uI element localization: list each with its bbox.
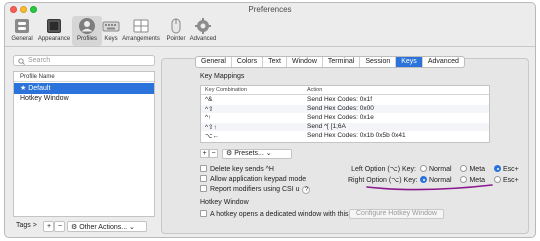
preferences-toolbar: General Appearance Profiles Keys Arrange… bbox=[5, 15, 535, 47]
profile-row-default[interactable]: ★ Default bbox=[14, 83, 154, 94]
window-grid-icon bbox=[133, 19, 149, 33]
profile-list-header: Profile Name bbox=[14, 72, 154, 82]
remove-profile-button[interactable]: − bbox=[54, 221, 65, 232]
profile-name: Default bbox=[28, 85, 51, 92]
hotkey-checkbox-label: A hotkey opens a dedicated window with t… bbox=[210, 211, 372, 218]
keyboard-icon bbox=[102, 21, 120, 32]
add-profile-button[interactable]: + bbox=[43, 221, 54, 232]
other-actions-button[interactable]: ⚙ Other Actions... ⌄ bbox=[67, 221, 147, 232]
search-icon bbox=[18, 58, 25, 65]
toolbar-advanced-label: Advanced bbox=[189, 36, 217, 42]
search-placeholder: Search bbox=[28, 57, 51, 64]
toolbar-advanced[interactable]: Advanced bbox=[187, 16, 219, 46]
mouse-icon bbox=[171, 18, 181, 34]
star-icon: ★ bbox=[20, 85, 29, 92]
profile-row-hotkey-window[interactable]: Hotkey Window bbox=[14, 94, 154, 105]
preferences-window: Preferences General Appearance Profiles … bbox=[4, 2, 536, 238]
hotkey-window-checkbox[interactable]: A hotkey opens a dedicated window with t… bbox=[200, 210, 372, 219]
appearance-icon bbox=[47, 19, 61, 33]
toolbar-arrangements-label: Arrangements bbox=[122, 36, 160, 42]
window-title: Preferences bbox=[248, 5, 292, 14]
annotation-underline bbox=[366, 184, 493, 191]
gear-icon bbox=[195, 18, 211, 34]
other-actions-label: Other Actions... bbox=[79, 224, 128, 231]
toolbar-keys[interactable]: Keys bbox=[98, 16, 124, 46]
configure-hotkey-window-button[interactable]: Configure Hotkey Window bbox=[349, 209, 444, 219]
hotkey-window-title: Hotkey Window bbox=[200, 199, 249, 206]
toolbar-appearance-label: Appearance bbox=[37, 36, 71, 42]
gear-icon: ⚙ bbox=[71, 224, 80, 231]
sidebar-bottom-bar: Tags > + − ⚙ Other Actions... ⌄ bbox=[13, 221, 155, 233]
chevron-down-icon: ⌄ bbox=[127, 224, 135, 231]
profile-name: Hotkey Window bbox=[20, 95, 69, 102]
toolbar-general[interactable]: General bbox=[7, 16, 37, 46]
toolbar-keys-label: Keys bbox=[104, 36, 118, 42]
toolbar-arrangements[interactable]: Arrangements bbox=[122, 16, 160, 46]
tags-toggle[interactable]: Tags > bbox=[13, 221, 40, 232]
profile-settings-panel: General Colors Text Window Terminal Sess… bbox=[161, 56, 529, 234]
checkbox-box[interactable] bbox=[200, 210, 207, 217]
profiles-sidebar: Search Profile Name ★ Default Hotkey Win… bbox=[13, 55, 155, 233]
toolbar-general-label: General bbox=[11, 36, 33, 42]
person-icon bbox=[79, 18, 95, 34]
toggle-switch-icon bbox=[15, 19, 29, 33]
toolbar-appearance[interactable]: Appearance bbox=[37, 16, 71, 46]
profile-search-input[interactable]: Search bbox=[13, 55, 155, 66]
title-bar: Preferences bbox=[5, 3, 535, 15]
profile-list: Profile Name ★ Default Hotkey Window bbox=[13, 71, 155, 217]
